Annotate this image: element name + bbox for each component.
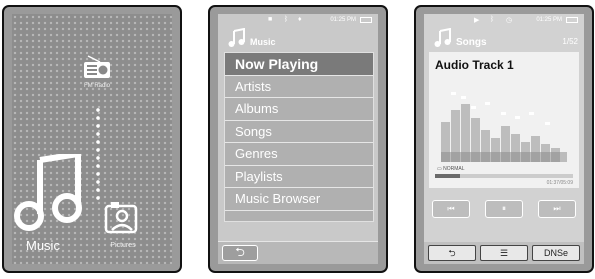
equalizer-visual <box>441 92 567 162</box>
eq-mode: ▭ NORMAL <box>437 166 465 172</box>
soft-key-bar: ⮌ <box>218 241 378 264</box>
status-time: 01:25 PM <box>536 17 562 23</box>
page-title: Songs <box>456 37 487 48</box>
back-button[interactable]: ⮌ <box>222 245 258 261</box>
menu-item-genres[interactable]: Genres <box>225 143 373 166</box>
progress-fill <box>435 174 460 178</box>
fm-radio-label: FM Radio <box>83 83 110 89</box>
battery-icon <box>566 17 578 23</box>
progress-bar[interactable] <box>435 174 573 178</box>
track-info-panel: Audio Track 1 ▭ NORMAL 01:37/05:09 <box>429 52 579 188</box>
menu-dots-line <box>96 106 100 204</box>
battery-icon <box>360 17 372 23</box>
menu-item-albums[interactable]: Albums <box>225 98 373 121</box>
pictures-icon[interactable] <box>104 200 140 236</box>
music-menu-screen: ■ ᛒ ♦ 01:25 PM Music Now Playing Artists… <box>218 14 378 264</box>
menu-item-artists[interactable]: Artists <box>225 76 373 98</box>
music-title-icon <box>434 28 451 47</box>
alarm-status-icon: ♦ <box>298 16 302 23</box>
pictures-label: Pictures <box>110 242 136 249</box>
soft-key-bar: ⮌ ☰ DNSe <box>424 242 584 264</box>
device-main-menu: FM Radio Music Pictures <box>2 5 182 273</box>
now-playing-screen: ▶ ᛒ ◷ 01:25 PM Songs 1/52 Audio Track 1 <box>424 14 584 264</box>
track-title: Audio Track 1 <box>435 58 514 72</box>
stop-status-icon: ■ <box>268 16 273 23</box>
page-title: Music <box>250 37 276 47</box>
music-menu-list: Now Playing Artists Albums Songs Genres … <box>224 52 374 222</box>
device-music-menu: ■ ᛒ ♦ 01:25 PM Music Now Playing Artists… <box>208 5 388 273</box>
next-button[interactable]: ⏭ <box>538 200 576 218</box>
music-note-icon[interactable] <box>14 154 84 232</box>
pause-button[interactable]: ⏸ <box>485 200 523 218</box>
music-title-icon <box>228 28 245 47</box>
clock-status-icon: ◷ <box>506 17 513 24</box>
previous-button[interactable]: ⏮ <box>432 200 470 218</box>
main-menu-screen: FM Radio Music Pictures <box>12 14 172 264</box>
menu-item-now-playing[interactable]: Now Playing <box>225 53 373 76</box>
playback-controls: ⏮ ⏸ ⏭ <box>424 194 584 224</box>
menu-item-music-browser[interactable]: Music Browser <box>225 188 373 211</box>
bluetooth-status-icon: ᛒ <box>490 16 495 23</box>
play-status-icon: ▶ <box>474 17 480 24</box>
device-now-playing: ▶ ᛒ ◷ 01:25 PM Songs 1/52 Audio Track 1 <box>414 5 594 273</box>
menu-item-songs[interactable]: Songs <box>225 121 373 143</box>
elapsed-time: 01:37/05:09 <box>546 180 573 186</box>
menu-item-playlists[interactable]: Playlists <box>225 166 373 188</box>
dnse-button[interactable]: DNSe <box>532 245 580 261</box>
status-time: 01:25 PM <box>330 17 356 23</box>
back-button[interactable]: ⮌ <box>428 245 476 261</box>
title-bar: Songs <box>424 24 584 52</box>
menu-button[interactable]: ☰ <box>480 245 528 261</box>
bluetooth-status-icon: ᛒ <box>284 16 289 23</box>
title-bar: Music <box>218 24 378 52</box>
music-label: Music <box>26 238 60 253</box>
fm-radio-icon[interactable] <box>82 54 112 80</box>
track-count: 1/52 <box>562 37 578 46</box>
